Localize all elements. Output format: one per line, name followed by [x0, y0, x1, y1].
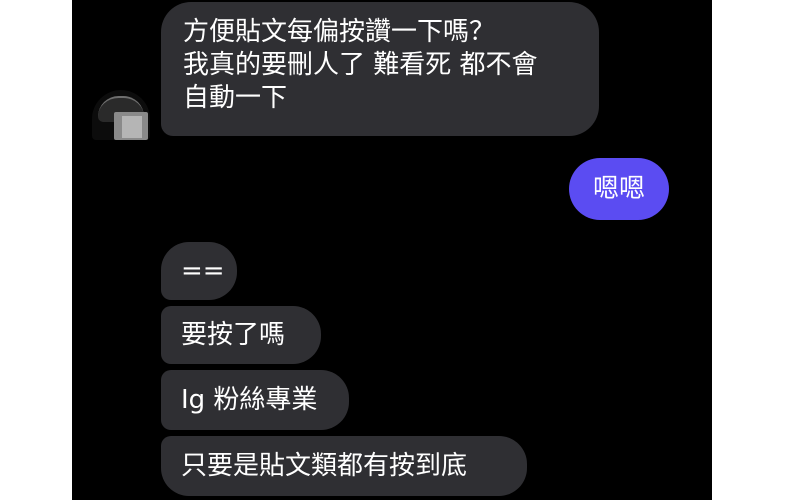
message-text-line: 我真的要刪人了 難看死 都不會 — [183, 50, 538, 80]
message-text: 只要是貼文類都有按到底 — [181, 451, 468, 481]
message-text-line: 方便貼文每偏按讚一下嗎？ — [183, 17, 496, 47]
message-bubble-received[interactable]: 要按了嗎 — [161, 306, 321, 364]
message-text-line: 自動一下 — [183, 83, 288, 113]
avatar-icon[interactable] — [92, 90, 150, 140]
message-text: == — [181, 256, 225, 286]
message-bubble-received[interactable]: 只要是貼文類都有按到底 — [161, 436, 527, 496]
message-text: 要按了嗎 — [181, 320, 286, 350]
message-text: 嗯嗯 — [592, 174, 645, 204]
chat-screen: 方便貼文每偏按讚一下嗎？ 我真的要刪人了 難看死 都不會 自動一下 嗯嗯 == … — [72, 0, 712, 500]
message-bubble-sent[interactable]: 嗯嗯 — [569, 158, 669, 220]
message-bubble-received[interactable]: Ig 粉絲專業 — [161, 370, 349, 430]
avatar-blur-block-inner — [122, 116, 142, 138]
message-bubble-received[interactable]: == — [161, 242, 237, 300]
message-text: Ig 粉絲專業 — [181, 385, 318, 415]
message-bubble-received[interactable]: 方便貼文每偏按讚一下嗎？ 我真的要刪人了 難看死 都不會 自動一下 — [161, 2, 599, 136]
